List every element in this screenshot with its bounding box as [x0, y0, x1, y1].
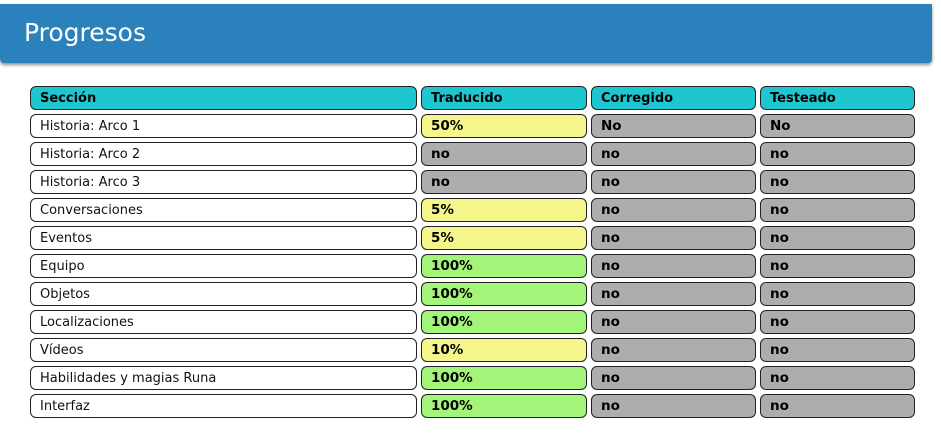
traducido-cell: 10%	[421, 338, 587, 362]
corregido-cell: no	[591, 394, 756, 418]
testeado-cell: no	[760, 142, 915, 166]
traducido-cell: 100%	[421, 282, 587, 306]
testeado-cell: no	[760, 310, 915, 334]
table-row: Historia: Arco 2 no no no	[30, 142, 915, 166]
progress-table: Sección Traducido Corregido Testeado His…	[30, 86, 915, 422]
testeado-cell: no	[760, 170, 915, 194]
corregido-cell: no	[591, 170, 756, 194]
testeado-cell: no	[760, 282, 915, 306]
testeado-cell: no	[760, 226, 915, 250]
table-row: Interfaz 100% no no	[30, 394, 915, 418]
section-name-cell: Eventos	[30, 226, 417, 250]
corregido-cell: no	[591, 142, 756, 166]
page-title: Progresos	[24, 18, 146, 47]
corregido-cell: no	[591, 366, 756, 390]
corregido-cell: no	[591, 282, 756, 306]
table-row: Eventos 5% no no	[30, 226, 915, 250]
column-header-traducido: Traducido	[421, 86, 587, 110]
table-row: Historia: Arco 3 no no no	[30, 170, 915, 194]
traducido-cell: 100%	[421, 254, 587, 278]
traducido-cell: 100%	[421, 366, 587, 390]
page-header: Progresos	[0, 4, 932, 63]
table-row: Habilidades y magias Runa 100% no no	[30, 366, 915, 390]
testeado-cell: no	[760, 366, 915, 390]
corregido-cell: no	[591, 198, 756, 222]
traducido-cell: 100%	[421, 394, 587, 418]
testeado-cell: no	[760, 338, 915, 362]
corregido-cell: No	[591, 114, 756, 138]
section-name-cell: Equipo	[30, 254, 417, 278]
column-header-corregido: Corregido	[591, 86, 756, 110]
testeado-cell: no	[760, 254, 915, 278]
column-header-seccion: Sección	[30, 86, 417, 110]
section-name-cell: Habilidades y magias Runa	[30, 366, 417, 390]
column-header-testeado: Testeado	[760, 86, 915, 110]
table-row: Localizaciones 100% no no	[30, 310, 915, 334]
traducido-cell: 5%	[421, 226, 587, 250]
testeado-cell: no	[760, 198, 915, 222]
section-name-cell: Localizaciones	[30, 310, 417, 334]
table-header-row: Sección Traducido Corregido Testeado	[30, 86, 915, 110]
corregido-cell: no	[591, 310, 756, 334]
section-name-cell: Historia: Arco 3	[30, 170, 417, 194]
section-name-cell: Interfaz	[30, 394, 417, 418]
table-row: Vídeos 10% no no	[30, 338, 915, 362]
traducido-cell: 50%	[421, 114, 587, 138]
corregido-cell: no	[591, 338, 756, 362]
corregido-cell: no	[591, 254, 756, 278]
section-name-cell: Vídeos	[30, 338, 417, 362]
section-name-cell: Historia: Arco 2	[30, 142, 417, 166]
traducido-cell: no	[421, 170, 587, 194]
section-name-cell: Conversaciones	[30, 198, 417, 222]
traducido-cell: 5%	[421, 198, 587, 222]
testeado-cell: No	[760, 114, 915, 138]
table-row: Conversaciones 5% no no	[30, 198, 915, 222]
testeado-cell: no	[760, 394, 915, 418]
section-name-cell: Objetos	[30, 282, 417, 306]
corregido-cell: no	[591, 226, 756, 250]
section-name-cell: Historia: Arco 1	[30, 114, 417, 138]
table-body: Historia: Arco 1 50% No No Historia: Arco 2n…	[30, 114, 915, 418]
table-row: Objetos 100% no no	[30, 282, 915, 306]
table-row: Equipo 100% no no	[30, 254, 915, 278]
traducido-cell: 100%	[421, 310, 587, 334]
table-row: Historia: Arco 1 50% No No	[30, 114, 915, 138]
traducido-cell: no	[421, 142, 587, 166]
